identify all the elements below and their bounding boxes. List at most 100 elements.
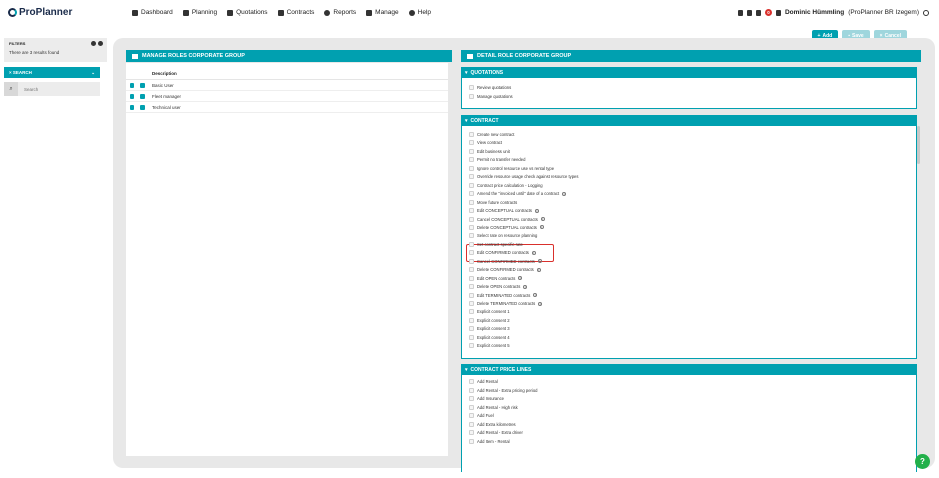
checkbox[interactable]	[469, 343, 474, 349]
permission-item[interactable]: Set contract specific rate	[469, 241, 523, 247]
trash-icon[interactable]	[130, 82, 134, 88]
checkbox[interactable]	[469, 250, 474, 256]
checkbox[interactable]	[469, 191, 474, 197]
table-row[interactable]: Basic User	[126, 80, 448, 91]
checkbox[interactable]	[469, 85, 474, 90]
permission-item[interactable]: Add Insurance	[469, 396, 504, 401]
checkbox[interactable]	[469, 93, 474, 99]
checkbox[interactable]	[469, 208, 474, 214]
truck-icon[interactable]	[746, 9, 752, 16]
user-name[interactable]: Dominic Hümmling	[785, 9, 844, 16]
nav-reports[interactable]: Reports	[324, 9, 356, 16]
nav-contracts[interactable]: Contracts	[277, 9, 314, 16]
checkbox[interactable]	[469, 404, 474, 410]
checkbox[interactable]	[469, 165, 474, 171]
permission-item[interactable]: Explicit consent 4	[469, 334, 510, 340]
checkbox[interactable]	[469, 132, 474, 137]
permission-item[interactable]: Cancel CONFIRMED contracts i	[469, 258, 542, 264]
info-icon[interactable]: i	[537, 259, 542, 264]
checkbox[interactable]	[469, 241, 474, 247]
checkbox[interactable]	[469, 275, 474, 281]
permission-item[interactable]: Edit OPEN contracts i	[469, 275, 523, 281]
info-icon[interactable]: i	[539, 225, 544, 230]
info-icon[interactable]: i	[540, 217, 545, 221]
permission-item[interactable]: Delete TERMINATED contracts i	[469, 301, 543, 306]
checkbox[interactable]	[469, 413, 474, 418]
nav-planning[interactable]: Planning	[182, 9, 217, 16]
permission-item[interactable]: Add Extra kilometres	[469, 421, 516, 427]
trash-icon[interactable]	[130, 104, 134, 110]
checkbox[interactable]	[469, 326, 474, 332]
permission-item[interactable]: View contract	[469, 140, 502, 146]
permission-item[interactable]: Manage quotations	[469, 93, 513, 99]
clipboard-icon[interactable]	[737, 9, 743, 16]
checkbox[interactable]	[469, 438, 474, 444]
permission-item[interactable]: Override resource usage check against re…	[469, 174, 578, 180]
trash-icon[interactable]	[130, 93, 134, 99]
scrollbar[interactable]	[917, 126, 920, 164]
permission-item[interactable]: Ignore control resource use vs rental ty…	[469, 165, 554, 171]
checkbox[interactable]	[469, 216, 474, 222]
checkbox[interactable]	[469, 267, 474, 273]
permission-item[interactable]: Move future contracts	[469, 199, 517, 205]
section-header[interactable]: ▾ QUOTATIONS	[461, 67, 917, 78]
nav-quotations[interactable]: Quotations	[227, 9, 268, 16]
permission-item[interactable]: Permit no transfer needed	[469, 157, 525, 163]
copy-icon[interactable]	[140, 82, 145, 88]
checkbox[interactable]	[469, 174, 474, 180]
logo[interactable]: ProPlanner	[8, 7, 72, 18]
permission-item[interactable]: Add Rental	[469, 379, 498, 384]
checkbox[interactable]	[469, 258, 474, 264]
checkbox[interactable]	[469, 292, 474, 298]
permission-item[interactable]: Explicit consent 3	[469, 326, 510, 332]
checkbox[interactable]	[469, 317, 474, 323]
checkbox[interactable]	[469, 233, 474, 239]
checkbox[interactable]	[469, 379, 474, 384]
permission-item[interactable]: Add Rental - Extra driver	[469, 430, 523, 435]
checkbox[interactable]	[469, 140, 474, 146]
checkbox[interactable]	[469, 430, 474, 435]
checkbox[interactable]	[469, 284, 474, 290]
checkbox[interactable]	[469, 182, 474, 188]
permission-item[interactable]: Create new contract	[469, 132, 514, 137]
permission-item[interactable]: Delete CONCEPTUAL contracts i	[469, 224, 544, 230]
checkbox[interactable]	[469, 224, 474, 230]
permission-item[interactable]: Add Fuel	[469, 413, 494, 418]
power-icon[interactable]	[923, 9, 929, 16]
info-icon[interactable]: i	[531, 250, 536, 255]
section-header[interactable]: ▾ CONTRACT	[461, 115, 917, 126]
nav-dashboard[interactable]: Dashboard	[132, 9, 173, 16]
section-header[interactable]: ▾ CONTRACT PRICE LINES	[461, 364, 917, 375]
nav-manage[interactable]: Manage	[366, 9, 399, 16]
permission-item[interactable]: Review quotations	[469, 85, 511, 90]
permission-item[interactable]: Delete OPEN contracts i	[469, 284, 528, 290]
permission-item[interactable]: Delete CONFIRMED contracts i	[469, 267, 541, 273]
permission-item[interactable]: Cancel CONCEPTUAL contracts i	[469, 216, 545, 222]
permission-item[interactable]: Amend the "invoiced until" date of a con…	[469, 191, 567, 197]
info-icon[interactable]: i	[538, 301, 543, 306]
gear-icon[interactable]	[91, 41, 96, 46]
table-row[interactable]: Fleet manager	[126, 91, 448, 102]
search-input[interactable]	[18, 86, 88, 92]
help-button[interactable]: ?	[915, 454, 930, 469]
info-icon[interactable]: i	[562, 191, 567, 196]
info-icon[interactable]: i	[523, 284, 528, 289]
nav-help[interactable]: Help	[408, 9, 431, 16]
table-row[interactable]: Technical user	[126, 102, 448, 113]
permission-item[interactable]: Select rate on resource planning	[469, 233, 537, 239]
info-icon[interactable]: i	[518, 276, 523, 281]
permission-item[interactable]: Contract price calculation - Logging	[469, 182, 543, 188]
checkbox[interactable]	[469, 387, 474, 393]
permission-item[interactable]: Add Rental - Extra pricing period	[469, 387, 538, 393]
search-toggle[interactable]: × SEARCH ⌄	[4, 67, 100, 78]
permission-item[interactable]: Add Rental - High risk	[469, 404, 518, 410]
permission-item[interactable]: Add Item - Rental	[469, 438, 510, 444]
info-icon[interactable]: i	[533, 293, 538, 298]
permission-item[interactable]: Explicit consent 2	[469, 317, 510, 323]
notification-badge[interactable]: 0	[764, 9, 772, 16]
clear-filter-icon[interactable]	[98, 41, 103, 46]
copy-icon[interactable]	[140, 104, 145, 110]
info-icon[interactable]: i	[535, 208, 539, 213]
checkbox[interactable]	[469, 301, 474, 306]
info-icon[interactable]: i	[536, 267, 541, 272]
